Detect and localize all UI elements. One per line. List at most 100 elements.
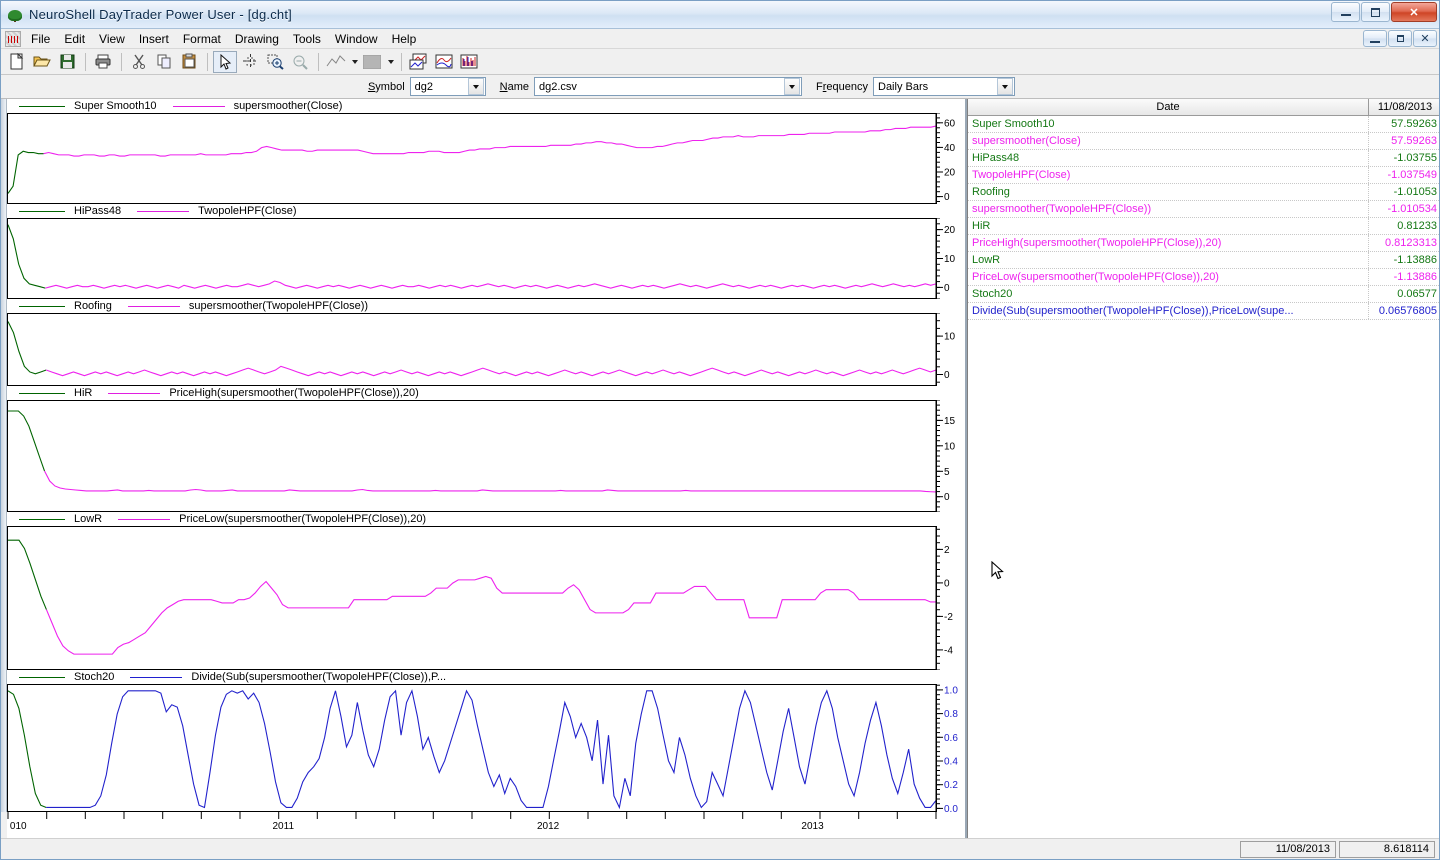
menu-view[interactable]: View — [92, 30, 132, 48]
table-row[interactable]: PriceLow(supersmoother(TwopoleHPF(Close)… — [968, 269, 1439, 286]
legend-hipass: HiPass48 TwopoleHPF(Close) — [1, 204, 965, 218]
restore-button[interactable] — [1361, 2, 1390, 22]
menu-help[interactable]: Help — [385, 30, 424, 48]
indicator-value: 0.06576805 — [1378, 305, 1437, 317]
frequency-label: Frequency — [816, 80, 868, 93]
svg-text:5: 5 — [944, 467, 950, 478]
menu-drawing[interactable]: Drawing — [228, 30, 286, 48]
name-combo[interactable]: dg2.csv — [534, 77, 802, 96]
frequency-dropdown-arrow-icon[interactable] — [997, 78, 1013, 95]
open-folder-icon[interactable] — [30, 51, 54, 73]
indicator-value: -1.01053 — [1393, 186, 1437, 198]
table-row[interactable]: LowR -1.13886 — [968, 252, 1439, 269]
copy-icon[interactable] — [152, 51, 176, 73]
svg-text:1.0: 1.0 — [944, 685, 958, 696]
fill-pattern-dropdown-arrow-icon[interactable] — [385, 51, 396, 73]
svg-text:10: 10 — [944, 332, 956, 343]
svg-text:0.2: 0.2 — [944, 780, 958, 791]
legend-label-2: PriceLow(supersmoother(TwopoleHPF(Close)… — [179, 513, 427, 525]
table-row[interactable]: Roofing -1.01053 — [968, 184, 1439, 201]
legend-label-1: HiPass48 — [74, 205, 122, 217]
line-style-icon[interactable] — [324, 51, 348, 73]
indicator-value-grid[interactable]: Date 11/08/2013 Super Smooth10 57.59263 su… — [967, 99, 1439, 838]
main-toolbar — [1, 49, 1439, 75]
symbol-combo[interactable]: dg2 — [409, 77, 486, 96]
zoom-in-icon[interactable] — [263, 51, 287, 73]
legend-label-1: LowR — [74, 513, 103, 525]
bar-chart-icon[interactable] — [457, 51, 481, 73]
menu-tools[interactable]: Tools — [286, 30, 328, 48]
symbol-value: dg2 — [414, 80, 433, 93]
menu-edit[interactable]: Edit — [57, 30, 92, 48]
legend-stoch: Stoch20 Divide(Sub(supersmoother(Twopole… — [1, 670, 965, 684]
table-row[interactable]: HiPass48 -1.03755 — [968, 150, 1439, 167]
table-row[interactable]: PriceHigh(supersmoother(TwopoleHPF(Close… — [968, 235, 1439, 252]
chart-red-blue-icon[interactable] — [432, 51, 456, 73]
close-button[interactable]: ✕ — [1391, 2, 1437, 22]
table-row[interactable]: HiR 0.81233 — [968, 218, 1439, 235]
indicator-label: Stoch20 — [968, 286, 1369, 302]
print-icon[interactable] — [91, 51, 115, 73]
table-row[interactable]: Stoch20 0.06577 — [968, 286, 1439, 303]
paste-clipboard-icon[interactable] — [177, 51, 201, 73]
menu-format[interactable]: Format — [176, 30, 228, 48]
window-controls: ✕ — [1330, 2, 1437, 22]
minimize-button[interactable] — [1331, 2, 1360, 22]
svg-text:2012: 2012 — [537, 821, 560, 832]
mdi-minimize-button[interactable] — [1363, 30, 1387, 47]
legend-line-green-icon — [19, 518, 65, 520]
indicator-label: supersmoother(TwopoleHPF(Close)) — [968, 201, 1369, 217]
menu-file[interactable]: File — [24, 30, 57, 48]
indicator-value: 57.59263 — [1391, 118, 1437, 130]
menu-insert[interactable]: Insert — [132, 30, 176, 48]
table-row[interactable]: supersmoother(Close) 57.59263 — [968, 133, 1439, 150]
grid-header-date: Date — [968, 99, 1369, 115]
yaxis-hir: 0 5 10 15 — [935, 400, 965, 512]
plot-super-smooth — [7, 113, 937, 204]
mdi-restore-button[interactable] — [1388, 30, 1412, 47]
symbol-label: Symbol — [367, 80, 405, 93]
new-icon[interactable] — [5, 51, 29, 73]
table-row[interactable]: Super Smooth10 57.59263 — [968, 116, 1439, 133]
grid-header-value: 11/08/2013 — [1377, 101, 1433, 113]
frequency-combo[interactable]: Daily Bars — [873, 77, 1015, 96]
legend-label-2: Divide(Sub(supersmoother(TwopoleHPF(Clos… — [191, 671, 447, 683]
symbol-dropdown-arrow-icon[interactable] — [467, 78, 484, 95]
window-title: NeuroShell DayTrader Power User - [dg.ch… — [29, 7, 292, 22]
plot-hir — [7, 400, 937, 512]
save-disk-icon[interactable] — [55, 51, 79, 73]
name-label: Name — [499, 80, 529, 93]
svg-text:15: 15 — [944, 416, 956, 427]
zoom-out-icon[interactable] — [288, 51, 312, 73]
panel-stoch: Stoch20 Divide(Sub(supersmoother(Twopole… — [1, 670, 965, 812]
indicator-value: -1.010534 — [1387, 203, 1437, 215]
pointer-arrow-icon[interactable] — [213, 50, 237, 73]
menu-bar: File Edit View Insert Format Drawing Too… — [1, 29, 1439, 49]
crosshair-icon[interactable] — [238, 51, 262, 73]
legend-line-green-icon — [19, 210, 65, 212]
line-style-dropdown-arrow-icon[interactable] — [349, 51, 360, 73]
legend-line-magenta-icon — [127, 305, 180, 307]
svg-text:10: 10 — [944, 441, 956, 452]
name-value: dg2.csv — [539, 80, 577, 93]
indicator-label: Super Smooth10 — [968, 116, 1369, 132]
fill-pattern-icon[interactable] — [360, 51, 384, 73]
cut-scissors-icon[interactable] — [127, 51, 151, 73]
legend-roofing: Roofing supersmoother(TwopoleHPF(Close)) — [1, 299, 965, 313]
grid-header-row: Date 11/08/2013 — [968, 99, 1439, 116]
panel-hir: HiR PriceHigh(supersmoother(TwopoleHPF(C… — [1, 386, 965, 512]
mdi-close-button[interactable]: ✕ — [1413, 30, 1437, 47]
table-row[interactable]: TwopoleHPF(Close) -1.037549 — [968, 167, 1439, 184]
multi-chart-icon[interactable] — [407, 51, 431, 73]
svg-text:60: 60 — [944, 118, 956, 129]
chart-canvas[interactable]: Super Smooth10 supersmoother(Close) 0 20 4… — [1, 99, 967, 838]
legend-label-2: supersmoother(Close) — [233, 100, 343, 112]
legend-label-1: HiR — [74, 387, 93, 399]
menu-window[interactable]: Window — [328, 30, 385, 48]
name-dropdown-arrow-icon[interactable] — [784, 78, 800, 95]
table-row[interactable]: Divide(Sub(supersmoother(TwopoleHPF(Clos… — [968, 303, 1439, 320]
table-row[interactable]: supersmoother(TwopoleHPF(Close)) -1.01053… — [968, 201, 1439, 218]
svg-text:-2: -2 — [944, 612, 953, 623]
svg-text:0: 0 — [944, 370, 950, 381]
indicator-label: TwopoleHPF(Close) — [968, 167, 1369, 183]
